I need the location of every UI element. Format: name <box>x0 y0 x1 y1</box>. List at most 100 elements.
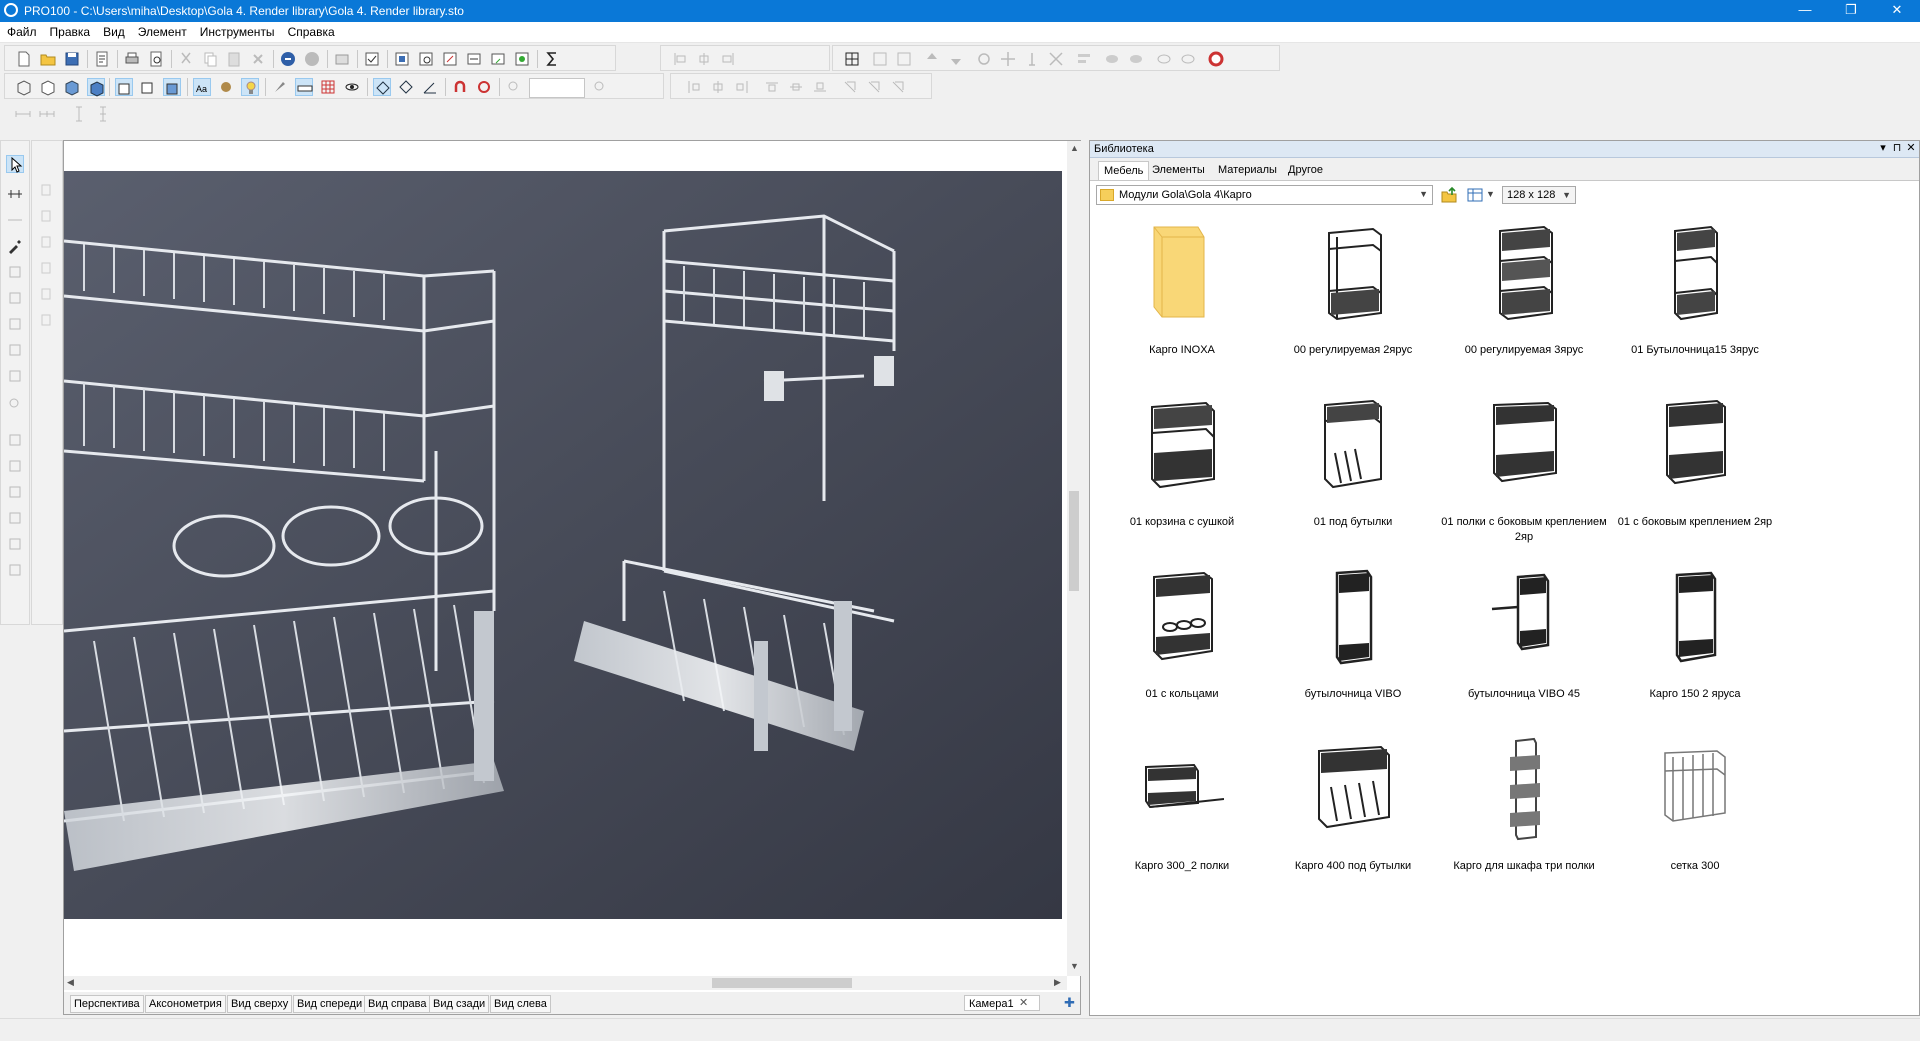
move-down-icon[interactable] <box>947 50 965 68</box>
eye-icon[interactable] <box>343 78 361 96</box>
dimensions-icon[interactable] <box>465 50 483 68</box>
panel-tool2-icon[interactable] <box>6 289 24 307</box>
pin-icon[interactable]: ⊓ <box>1890 141 1904 156</box>
group-icon[interactable] <box>333 50 351 68</box>
dim-vertical-icon[interactable] <box>70 105 88 123</box>
tab-elements[interactable]: Элементы <box>1147 161 1210 179</box>
zoom-in-icon[interactable] <box>591 78 609 96</box>
view-mode-icon[interactable] <box>1466 186 1484 204</box>
new-file-icon[interactable] <box>15 50 33 68</box>
library-item[interactable]: Карго 150 2 яруса <box>1609 565 1781 735</box>
menu-file[interactable]: Файл <box>1 22 43 42</box>
scroll-up-icon[interactable]: ▲ <box>1070 143 1079 153</box>
cut-icon[interactable] <box>177 50 195 68</box>
vertex-icon[interactable] <box>373 78 391 96</box>
cutting-icon[interactable] <box>441 50 459 68</box>
library-path-select[interactable]: Модули Gola\Gola 4\Карго ▼ <box>1096 185 1433 205</box>
align-center-icon[interactable] <box>695 50 713 68</box>
paste-icon[interactable] <box>225 50 243 68</box>
materials-icon[interactable] <box>217 78 235 96</box>
settings-icon[interactable] <box>513 50 531 68</box>
align-left-icon[interactable] <box>671 50 689 68</box>
tab-back-view[interactable]: Вид сзади <box>429 995 490 1013</box>
report-icon[interactable] <box>393 50 411 68</box>
textured-icon[interactable] <box>87 78 105 97</box>
layer-tool2-icon[interactable] <box>6 457 24 475</box>
tab-right-view[interactable]: Вид справа <box>364 995 431 1013</box>
magnet-icon[interactable] <box>451 78 469 96</box>
menu-help[interactable]: Справка <box>282 22 341 42</box>
menu-view[interactable]: Вид <box>97 22 131 42</box>
shape-tool2-icon[interactable] <box>37 207 55 225</box>
shape-tool4-icon[interactable] <box>37 259 55 277</box>
layer-tool-icon[interactable] <box>6 431 24 449</box>
hidden-lines-icon[interactable] <box>39 78 57 96</box>
layer-tool6-icon[interactable] <box>6 561 24 579</box>
tab-axonometry[interactable]: Аксонометрия <box>145 995 226 1013</box>
menu-element[interactable]: Элемент <box>132 22 193 42</box>
wireframe-icon[interactable] <box>15 78 33 96</box>
library-item[interactable]: Карго 400 под бутылки <box>1267 737 1439 907</box>
library-item[interactable]: 01 корзина с сушкой <box>1096 393 1268 563</box>
visibility-icon[interactable] <box>1155 50 1173 68</box>
panel-tool5-icon[interactable] <box>6 367 24 385</box>
delete-icon[interactable] <box>249 50 267 68</box>
camera-tab[interactable]: Камера1 <box>964 995 1040 1011</box>
library-item[interactable]: 01 под бутылки <box>1267 393 1439 563</box>
dim-chain-icon[interactable] <box>38 105 56 123</box>
grid-icon[interactable] <box>319 78 337 96</box>
viewport-vertical-scrollbar[interactable]: ▲ ▼ <box>1067 141 1081 976</box>
close-button[interactable]: ✕ <box>1874 0 1920 22</box>
undo-icon[interactable] <box>279 50 297 68</box>
layout1-icon[interactable] <box>685 78 703 96</box>
layout3-icon[interactable] <box>733 78 751 96</box>
list-icon[interactable] <box>417 50 435 68</box>
library-item[interactable]: бутылочница VIBO <box>1267 565 1439 735</box>
angle-icon[interactable] <box>421 78 439 96</box>
layer-tool5-icon[interactable] <box>6 535 24 553</box>
dimension-line-icon[interactable] <box>6 211 24 229</box>
box-solid-icon[interactable] <box>163 78 181 96</box>
box-side-icon[interactable] <box>139 78 157 96</box>
shape-tool3-icon[interactable] <box>37 233 55 251</box>
panel-tool-icon[interactable] <box>6 263 24 281</box>
help-lifebuoy-icon[interactable] <box>1207 50 1225 68</box>
open-folder-icon[interactable] <box>39 50 57 68</box>
panel-tool3-icon[interactable] <box>6 315 24 333</box>
layout6-icon[interactable] <box>811 78 829 96</box>
layout4-icon[interactable] <box>763 78 781 96</box>
redo-icon[interactable] <box>303 50 321 68</box>
tab-perspective[interactable]: Перспектива <box>70 995 144 1013</box>
minimize-button[interactable]: — <box>1782 0 1828 22</box>
dim-vchain-icon[interactable] <box>94 105 112 123</box>
properties-icon[interactable] <box>93 50 111 68</box>
layout9-icon[interactable] <box>889 78 907 96</box>
panel-tool4-icon[interactable] <box>6 341 24 359</box>
vertical-scroll-thumb[interactable] <box>1069 491 1079 591</box>
export-icon[interactable] <box>489 50 507 68</box>
tab-other[interactable]: Другое <box>1283 161 1328 179</box>
layout7-icon[interactable] <box>841 78 859 96</box>
print-preview-icon[interactable] <box>147 50 165 68</box>
print-icon[interactable] <box>123 50 141 68</box>
layer-tool3-icon[interactable] <box>6 483 24 501</box>
add-camera-icon[interactable]: ✚ <box>1064 995 1075 1011</box>
cut-hole2-icon[interactable] <box>1127 50 1145 68</box>
pipette-icon[interactable] <box>6 237 24 255</box>
render-scene[interactable] <box>63 171 1062 919</box>
camera-close-icon[interactable]: ✕ <box>1019 996 1028 1009</box>
select-arrow-icon[interactable] <box>6 155 24 173</box>
layout8-icon[interactable] <box>865 78 883 96</box>
library-item[interactable]: сетка 300 <box>1609 737 1781 907</box>
menu-tools[interactable]: Инструменты <box>194 22 281 42</box>
library-item[interactable]: 01 с кольцами <box>1096 565 1268 735</box>
panel-close-icon[interactable]: ✕ <box>1904 141 1918 156</box>
panel-menu-icon[interactable]: ▾ <box>1876 141 1890 156</box>
align-right-icon[interactable] <box>719 50 737 68</box>
library-item[interactable]: бутылочница VIBO 45 <box>1438 565 1610 735</box>
tab-furniture[interactable]: Мебель <box>1098 161 1150 180</box>
scroll-down-icon[interactable]: ▼ <box>1070 961 1079 971</box>
layout5-icon[interactable] <box>787 78 805 96</box>
library-item[interactable]: 00 регулируемая 3ярус <box>1438 221 1610 391</box>
solid-icon[interactable] <box>63 78 81 96</box>
